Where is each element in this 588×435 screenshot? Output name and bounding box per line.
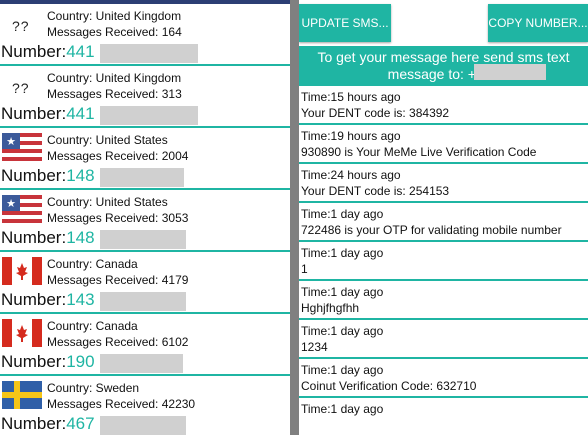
copy-number-button[interactable]: COPY NUMBER... <box>488 4 588 42</box>
phone-number: Number:148 <box>1 228 95 248</box>
number-prefix: 467 <box>66 414 95 433</box>
number-prefix: 143 <box>66 290 95 309</box>
canada-flag-icon <box>2 319 42 347</box>
message-time: Time:1 day ago <box>301 324 384 338</box>
country-list-item[interactable]: Country: Canada Messages Received: 4179 … <box>0 252 290 314</box>
message-item[interactable]: Time:1 day ago <box>299 398 588 435</box>
number-label: Number: <box>1 290 67 309</box>
unknown-flag-icon: ?? <box>12 18 30 34</box>
number-prefix: 190 <box>66 352 95 371</box>
number-prefix: 441 <box>66 42 95 61</box>
message-time: Time:1 day ago <box>301 207 384 221</box>
messages-received: Messages Received: 6102 <box>47 335 189 349</box>
svg-text:★: ★ <box>6 197 16 210</box>
country-name: Country: Canada <box>47 257 138 271</box>
svg-text:★: ★ <box>6 135 16 148</box>
redacted-number <box>100 416 186 435</box>
message-time: Time:1 day ago <box>301 246 384 260</box>
message-body: Your DENT code is: 254153 <box>301 184 450 198</box>
message-body: 1 <box>301 262 308 276</box>
number-prefix: 441 <box>66 104 95 123</box>
country-list-item[interactable]: ★ Country: United States Messages Receiv… <box>0 128 290 190</box>
message-item[interactable]: Time:1 day ago 1234 <box>299 320 588 359</box>
messages-received: Messages Received: 42230 <box>47 397 196 411</box>
message-body: 930890 is Your MeMe Live Verification Co… <box>301 145 537 159</box>
messages-received: Messages Received: 164 <box>47 25 182 39</box>
country-name: Country: United Kingdom <box>47 71 182 85</box>
phone-number: Number:467 <box>1 414 95 434</box>
message-time: Time:1 day ago <box>301 363 384 377</box>
number-label: Number: <box>1 414 67 433</box>
messages-received: Messages Received: 4179 <box>47 273 189 287</box>
update-sms-button[interactable]: UPDATE SMS... <box>299 4 391 42</box>
phone-number: Number:143 <box>1 290 95 310</box>
redacted-number <box>100 106 198 125</box>
us-flag-icon: ★ <box>2 195 42 223</box>
messages-panel: UPDATE SMS... COPY NUMBER... To get your… <box>299 0 588 435</box>
phone-number: Number:148 <box>1 166 95 186</box>
messages-received: Messages Received: 313 <box>47 87 182 101</box>
us-flag-icon: ★ <box>2 133 42 161</box>
country-name: Country: United Kingdom <box>47 9 182 23</box>
number-prefix: 148 <box>66 228 95 247</box>
message-time: Time:24 hours ago <box>301 168 401 182</box>
message-item[interactable]: Time:1 day ago Hghjfhgfhh <box>299 281 588 320</box>
message-item[interactable]: Time:1 day ago Coinut Verification Code: … <box>299 359 588 398</box>
number-label: Number: <box>1 42 67 61</box>
message-item[interactable]: Time:1 day ago 722486 is your OTP for val… <box>299 203 588 242</box>
message-time: Time:1 day ago <box>301 402 384 416</box>
country-name: Country: United States <box>47 195 168 209</box>
message-item[interactable]: Time:1 day ago 1 <box>299 242 588 281</box>
country-name: Country: Sweden <box>47 381 140 395</box>
number-label: Number: <box>1 228 67 247</box>
phone-number: Number:190 <box>1 352 95 372</box>
message-body: Your DENT code is: 384392 <box>301 106 450 120</box>
toolbar: UPDATE SMS... COPY NUMBER... <box>299 0 588 46</box>
country-list-item[interactable]: ?? Country: United Kingdom Messages Rece… <box>0 66 290 128</box>
country-list-panel: ?? Country: United Kingdom Messages Rece… <box>0 0 290 435</box>
redacted-number <box>100 168 184 187</box>
message-body <box>301 418 588 433</box>
panel-divider[interactable] <box>290 0 299 435</box>
country-list-item[interactable]: ?? Country: United Kingdom Messages Rece… <box>0 4 290 66</box>
instructions-banner: To get your message here send sms text m… <box>299 46 588 86</box>
message-time: Time:19 hours ago <box>301 129 401 143</box>
number-label: Number: <box>1 352 67 371</box>
message-item[interactable]: Time:19 hours ago 930890 is Your MeMe Liv… <box>299 125 588 164</box>
unknown-flag-icon: ?? <box>12 80 30 96</box>
messages-received: Messages Received: 2004 <box>47 149 189 163</box>
country-list-item[interactable]: ★ Country: United States Messages Receiv… <box>0 190 290 252</box>
sweden-flag-icon <box>2 381 42 409</box>
message-time: Time:15 hours ago <box>301 90 401 104</box>
message-body: Hghjfhgfhh <box>301 301 360 315</box>
redacted-number <box>100 292 186 311</box>
message-body: 1234 <box>301 340 328 354</box>
phone-number: Number:441 <box>1 104 95 124</box>
number-label: Number: <box>1 166 67 185</box>
message-time: Time:1 day ago <box>301 285 384 299</box>
number-prefix: 148 <box>66 166 95 185</box>
redacted-number <box>100 354 183 373</box>
number-label: Number: <box>1 104 67 123</box>
country-list-item[interactable]: Country: Canada Messages Received: 6102 … <box>0 314 290 376</box>
message-body: 722486 is your OTP for validating mobile… <box>301 223 562 237</box>
message-item[interactable]: Time:24 hours ago Your DENT code is: 2541… <box>299 164 588 203</box>
redacted-number <box>100 230 186 249</box>
country-name: Country: Canada <box>47 319 138 333</box>
canada-flag-icon <box>2 257 42 285</box>
message-list: Time:15 hours ago Your DENT code is: 3843… <box>299 86 588 435</box>
redacted-number <box>474 64 546 80</box>
messages-received: Messages Received: 3053 <box>47 211 189 225</box>
message-item[interactable]: Time:15 hours ago Your DENT code is: 3843… <box>299 86 588 125</box>
phone-number: Number:441 <box>1 42 95 62</box>
country-name: Country: United States <box>47 133 168 147</box>
redacted-number <box>100 44 198 63</box>
message-body: Coinut Verification Code: 632710 <box>301 379 477 393</box>
country-list-item[interactable]: Country: Sweden Messages Received: 42230… <box>0 376 290 435</box>
